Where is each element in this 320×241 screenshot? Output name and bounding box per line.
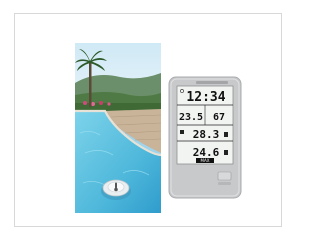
time-readout: 12:34 [186,90,225,105]
battery-icon-2 [224,150,228,155]
station-button[interactable] [217,171,232,181]
page: { "product": { "display": { "time": "12:… [0,0,298,241]
outdoor-temp-readout: 28.3 [193,128,220,141]
pool-photo [75,43,161,213]
palm-trunk [89,61,92,107]
weather-station: 12:34 23.5 67 28.3 24.6 MAX [168,76,242,199]
max-label: MAX [201,158,210,163]
pool-scene [75,43,161,213]
sensor-icon [180,130,184,134]
humidity-readout: 67 [213,112,225,123]
indoor-temp-readout: 23.5 [179,112,203,123]
floating-pool-sensor [101,179,131,200]
battery-icon [224,132,228,137]
station-body: 12:34 23.5 67 28.3 24.6 MAX [168,76,242,199]
